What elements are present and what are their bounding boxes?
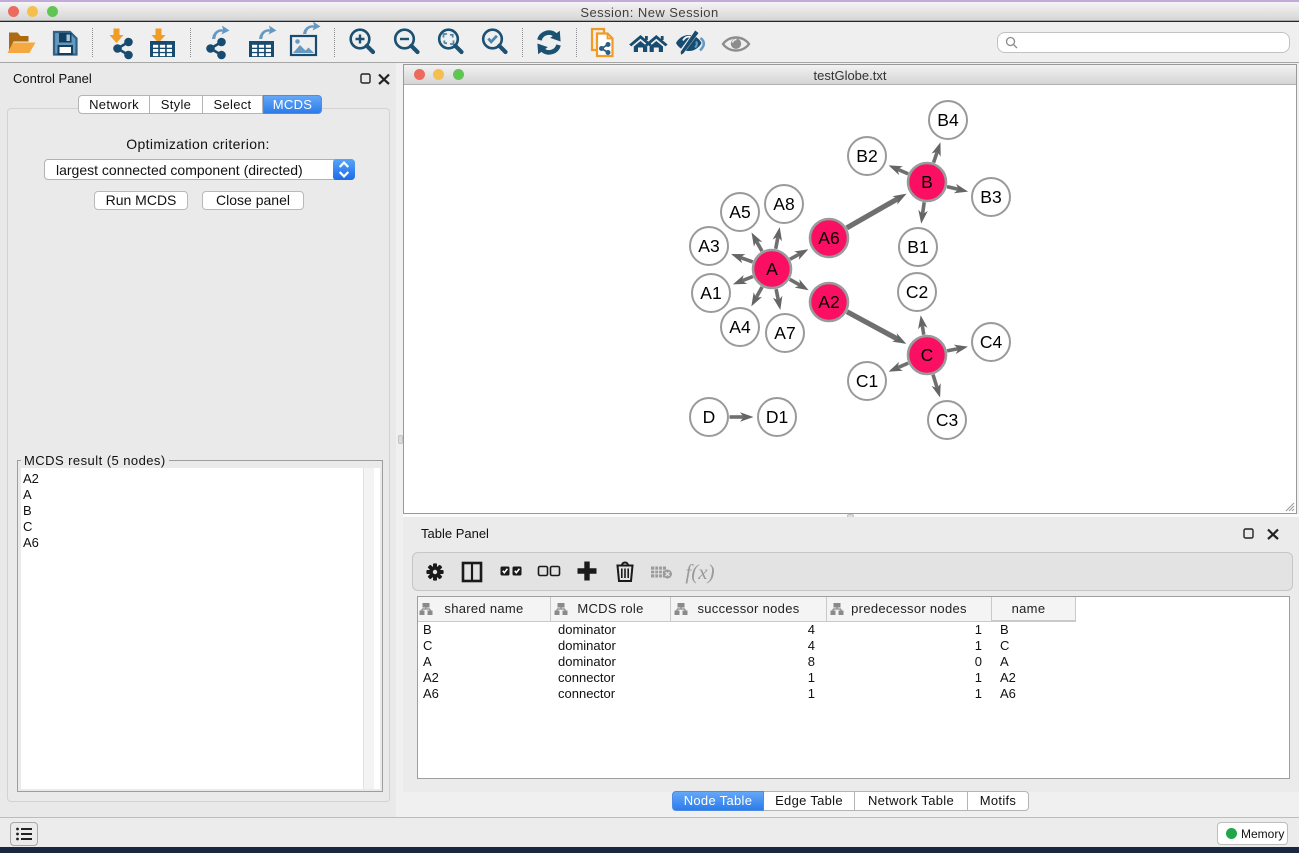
svg-text:D: D [703, 407, 716, 427]
svg-text:A5: A5 [729, 202, 750, 222]
svg-text:B2: B2 [856, 146, 877, 166]
svg-text:C: C [921, 345, 934, 365]
svg-text:A2: A2 [818, 292, 839, 312]
svg-text:A6: A6 [818, 228, 839, 248]
svg-text:D1: D1 [766, 407, 788, 427]
svg-text:B1: B1 [907, 237, 928, 257]
svg-text:B3: B3 [980, 187, 1001, 207]
svg-text:C2: C2 [906, 282, 928, 302]
svg-text:C4: C4 [980, 332, 1003, 352]
svg-text:A3: A3 [698, 236, 719, 256]
svg-text:A1: A1 [700, 283, 721, 303]
svg-text:A4: A4 [729, 317, 751, 337]
svg-text:B: B [921, 172, 933, 192]
svg-text:C1: C1 [856, 371, 878, 391]
svg-text:C3: C3 [936, 410, 958, 430]
svg-text:A7: A7 [774, 323, 795, 343]
svg-text:A8: A8 [773, 194, 794, 214]
svg-text:f(x): f(x) [685, 560, 714, 584]
svg-text:B4: B4 [937, 110, 959, 130]
svg-text:A: A [766, 259, 778, 279]
